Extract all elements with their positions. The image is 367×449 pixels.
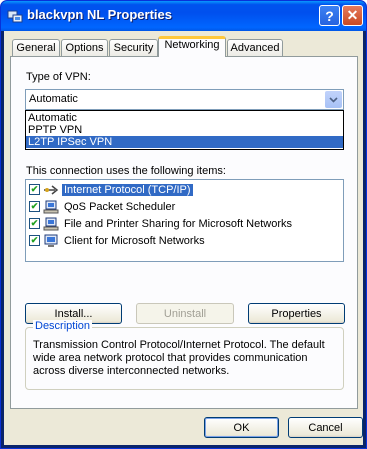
vpn-type-value: Automatic [29,93,78,105]
checkbox[interactable]: ✔ [29,184,40,195]
item-label: Internet Protocol (TCP/IP) [62,184,193,196]
description-title: Description [33,320,93,332]
dialog-body: General Options Security Networking Adva… [4,31,363,445]
vpn-type-select[interactable]: Automatic [25,89,344,110]
tab-options[interactable]: Options [61,39,108,56]
vpn-type-label: Type of VPN: [26,71,91,83]
checkbox[interactable]: ✔ [29,235,40,246]
network-client-icon [44,234,58,247]
networking-panel: Type of VPN: Automatic Automatic PPTP VP… [10,56,358,409]
tab-security[interactable]: Security [109,39,158,56]
network-connection-icon [7,10,23,23]
checkbox[interactable]: ✔ [29,201,40,212]
close-icon: ✕ [346,7,359,23]
close-button[interactable]: ✕ [342,5,363,26]
item-label: File and Printer Sharing for Microsoft N… [64,218,293,230]
vpn-type-dropdown: Automatic PPTP VPN L2TP IPSec VPN [25,110,344,150]
list-item[interactable]: ✔ Client for Microsoft Networks [26,233,343,250]
help-icon: ? [325,7,334,24]
checkbox[interactable]: ✔ [29,218,40,229]
tab-general[interactable]: General [12,39,60,56]
tab-label: Security [113,42,154,54]
vpn-option-l2tp[interactable]: L2TP IPSec VPN [26,136,343,148]
list-item[interactable]: ✔ File and Printer Sharing for Microsoft… [26,216,343,233]
properties-button[interactable]: Properties [248,303,345,324]
tab-label: General [16,42,56,54]
cancel-button[interactable]: Cancel [288,417,363,438]
item-label: Client for Microsoft Networks [64,235,205,247]
ok-button[interactable]: OK [204,417,279,438]
help-button[interactable]: ? [319,5,340,26]
tab-label: Advanced [230,42,280,54]
window-title: blackvpn NL Properties [27,7,172,22]
tab-label: Networking [164,39,220,51]
description-text: Transmission Control Protocol/Internet P… [33,339,325,377]
properties-window: blackvpn NL Properties ? ✕ General Optio… [0,0,367,449]
item-label: QoS Packet Scheduler [64,201,176,213]
network-protocol-icon [44,185,59,195]
chevron-down-icon[interactable] [325,91,342,108]
list-item[interactable]: ✔ QoS Packet Scheduler [26,199,343,216]
tab-networking[interactable]: Networking [158,36,226,57]
components-list: ✔ Internet Protocol (TCP/IP) ✔ QoS Packe… [25,179,344,262]
title-bar[interactable]: blackvpn NL Properties ? ✕ [1,1,366,31]
vpn-option-pptp[interactable]: PPTP VPN [26,124,343,136]
tab-advanced[interactable]: Advanced [227,39,283,56]
list-item[interactable]: ✔ Internet Protocol (TCP/IP) [26,182,343,199]
uninstall-button[interactable]: Uninstall [136,303,234,324]
items-label: This connection uses the following items… [26,165,226,177]
network-service-icon [43,217,59,231]
tab-label: Options [65,42,104,54]
network-service-icon [43,200,59,214]
vpn-option-automatic[interactable]: Automatic [26,112,343,124]
